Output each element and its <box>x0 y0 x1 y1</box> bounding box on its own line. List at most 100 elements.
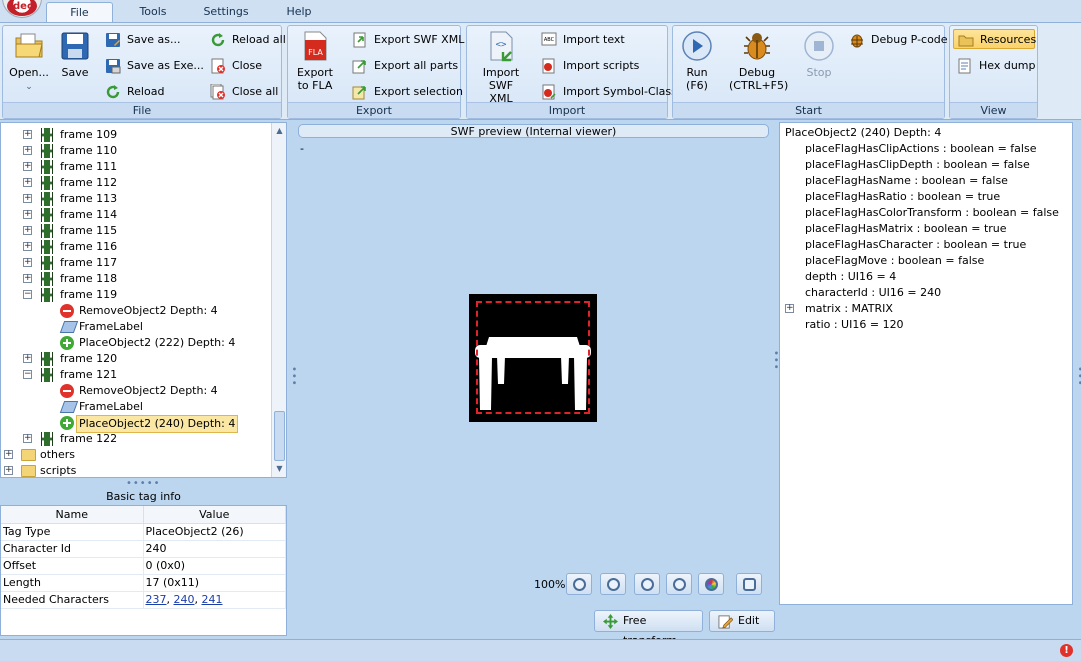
tree-scroll-thumb[interactable] <box>274 411 285 461</box>
reload-all-button[interactable]: Reload all <box>210 30 286 50</box>
expand-toggle-icon[interactable]: + <box>23 146 32 155</box>
expand-toggle-icon[interactable]: + <box>4 450 13 459</box>
far-right-splitter[interactable]: ••• <box>1074 366 1081 387</box>
expand-toggle-icon[interactable]: + <box>23 274 32 283</box>
properties-tree[interactable]: PlaceObject2 (240) Depth: 4 placeFlagHas… <box>779 122 1073 605</box>
export-selection-button[interactable]: Export selection <box>352 82 463 102</box>
import-swf-xml-button[interactable]: <> Import SWF XML <box>471 30 531 105</box>
error-icon[interactable]: ! <box>1060 644 1073 657</box>
expand-toggle-icon[interactable]: + <box>785 304 794 313</box>
zoom-out-button[interactable] <box>600 573 626 595</box>
tree-frame-node[interactable]: + frame 114 <box>1 207 271 223</box>
tree-frame-node[interactable]: + frame 117 <box>1 255 271 271</box>
close-all-button[interactable]: Close all <box>210 82 278 102</box>
property-row[interactable]: depth : UI16 = 4 <box>805 269 896 285</box>
tree-frame-node[interactable]: + frame 120 <box>1 351 271 367</box>
property-row[interactable]: placeFlagHasName : boolean = false <box>805 173 1008 189</box>
tree-tag-node[interactable]: PlaceObject2 (240) Depth: 4 <box>1 415 271 433</box>
tree-frame-node[interactable]: + frame 122 <box>1 431 271 447</box>
tree-tag-node[interactable]: PlaceObject2 (222) Depth: 4 <box>1 335 271 351</box>
expand-toggle-icon[interactable]: + <box>23 194 32 203</box>
column-header-name[interactable]: Name <box>1 506 144 524</box>
property-row[interactable]: ratio : UI16 = 120 <box>805 317 904 333</box>
tree-folder-node[interactable]: + scripts <box>1 463 271 477</box>
tab-tools[interactable]: Tools <box>128 2 178 22</box>
tree-frame-node[interactable]: + frame 115 <box>1 223 271 239</box>
debug-button[interactable]: Debug (CTRL+F5) <box>729 30 788 92</box>
tree-tag-node[interactable]: RemoveObject2 Depth: 4 <box>1 383 271 399</box>
property-row[interactable]: matrix : MATRIX <box>805 301 893 317</box>
property-row[interactable]: characterId : UI16 = 240 <box>805 285 941 301</box>
export-swf-xml-button[interactable]: Export SWF XML <box>352 30 464 50</box>
properties-root[interactable]: PlaceObject2 (240) Depth: 4 <box>785 125 941 141</box>
expand-toggle-icon[interactable]: + <box>23 178 32 187</box>
expand-toggle-icon[interactable]: + <box>23 130 32 139</box>
import-symbol-class-button[interactable]: Import Symbol-Class <box>541 82 677 102</box>
color-button[interactable] <box>698 573 724 595</box>
collapse-toggle-icon[interactable]: − <box>23 290 32 299</box>
expand-toggle-icon[interactable]: + <box>23 242 32 251</box>
import-scripts-button[interactable]: Import scripts <box>541 56 639 76</box>
save-button[interactable]: Save <box>57 30 93 79</box>
expand-toggle-icon[interactable]: + <box>23 226 32 235</box>
reload-button[interactable]: Reload <box>105 82 164 102</box>
zoom-actual-button[interactable] <box>634 573 660 595</box>
tree-frame-node[interactable]: + frame 110 <box>1 143 271 159</box>
horizontal-splitter[interactable]: ••••• <box>126 478 161 489</box>
tree-frame-node[interactable]: + frame 111 <box>1 159 271 175</box>
tree-frame-node[interactable]: + frame 109 <box>1 127 271 143</box>
tree-tag-node[interactable]: FrameLabel <box>1 399 271 415</box>
needed-character-link[interactable]: 241 <box>202 593 223 606</box>
needed-character-link[interactable]: 237 <box>146 593 167 606</box>
tab-file[interactable]: File <box>46 2 113 22</box>
scroll-up-icon[interactable]: ▲ <box>274 125 285 137</box>
export-to-fla-button[interactable]: FLA Export to FLA <box>292 30 338 92</box>
tree-tag-node[interactable]: FrameLabel <box>1 319 271 335</box>
tree-frame-node[interactable]: + frame 113 <box>1 191 271 207</box>
hex-dump-button[interactable]: Hex dump <box>957 56 1036 76</box>
tree-frame-node[interactable]: + frame 116 <box>1 239 271 255</box>
left-splitter[interactable]: ••• <box>288 366 299 387</box>
tree-frame-node[interactable]: + frame 112 <box>1 175 271 191</box>
run-button[interactable]: Run (F6) <box>677 30 717 92</box>
save-as-exe-button[interactable]: Save as Exe... <box>105 56 204 76</box>
snapshot-button[interactable] <box>736 573 762 595</box>
scroll-down-icon[interactable]: ▼ <box>274 463 285 475</box>
column-header-value[interactable]: Value <box>143 506 286 524</box>
tab-help[interactable]: Help <box>279 2 319 22</box>
export-all-parts-button[interactable]: Export all parts <box>352 56 458 76</box>
swf-preview-stage[interactable] <box>469 294 597 422</box>
expand-toggle-icon[interactable]: + <box>23 210 32 219</box>
needed-character-link[interactable]: 240 <box>174 593 195 606</box>
expand-toggle-icon[interactable]: + <box>23 258 32 267</box>
close-button[interactable]: Close <box>210 56 262 76</box>
property-row[interactable]: placeFlagHasClipDepth : boolean = false <box>805 157 1030 173</box>
property-row[interactable]: placeFlagMove : boolean = false <box>805 253 984 269</box>
zoom-fit-button[interactable] <box>666 573 692 595</box>
tree-frame-node[interactable]: − frame 121 <box>1 367 271 383</box>
save-as-button[interactable]: Save as... <box>105 30 180 50</box>
expand-toggle-icon[interactable]: + <box>23 434 32 443</box>
app-logo[interactable]: dec <box>2 0 42 18</box>
debug-pcode-button[interactable]: Debug P-code <box>849 30 948 50</box>
property-row[interactable]: placeFlagHasRatio : boolean = true <box>805 189 1000 205</box>
collapse-toggle-icon[interactable]: − <box>23 370 32 379</box>
tree-scrollbar[interactable]: ▲ ▼ <box>271 123 286 477</box>
tree-frame-node[interactable]: + frame 118 <box>1 271 271 287</box>
import-text-button[interactable]: ABC Import text <box>541 30 625 50</box>
tree-frame-node[interactable]: − frame 119 <box>1 287 271 303</box>
open-button[interactable]: Open... ⌄ <box>7 30 51 94</box>
resource-tree[interactable]: + frame 109 + frame 110 + frame 111 + frame 112… <box>0 122 287 478</box>
resources-button[interactable]: Resources <box>953 29 1036 49</box>
property-row[interactable]: placeFlagHasClipActions : boolean = fals… <box>805 141 1036 157</box>
tree-folder-node[interactable]: + others <box>1 447 271 463</box>
property-row[interactable]: placeFlagHasCharacter : boolean = true <box>805 237 1026 253</box>
zoom-in-button[interactable] <box>566 573 592 595</box>
tab-settings[interactable]: Settings <box>196 2 256 22</box>
free-transform-button[interactable]: Free transform <box>594 610 703 647</box>
property-row[interactable]: placeFlagHasColorTransform : boolean = f… <box>805 205 1059 221</box>
property-row[interactable]: placeFlagHasMatrix : boolean = true <box>805 221 1007 237</box>
expand-toggle-icon[interactable]: + <box>23 162 32 171</box>
edit-button[interactable]: Edit <box>709 610 775 632</box>
tree-tag-node[interactable]: RemoveObject2 Depth: 4 <box>1 303 271 319</box>
